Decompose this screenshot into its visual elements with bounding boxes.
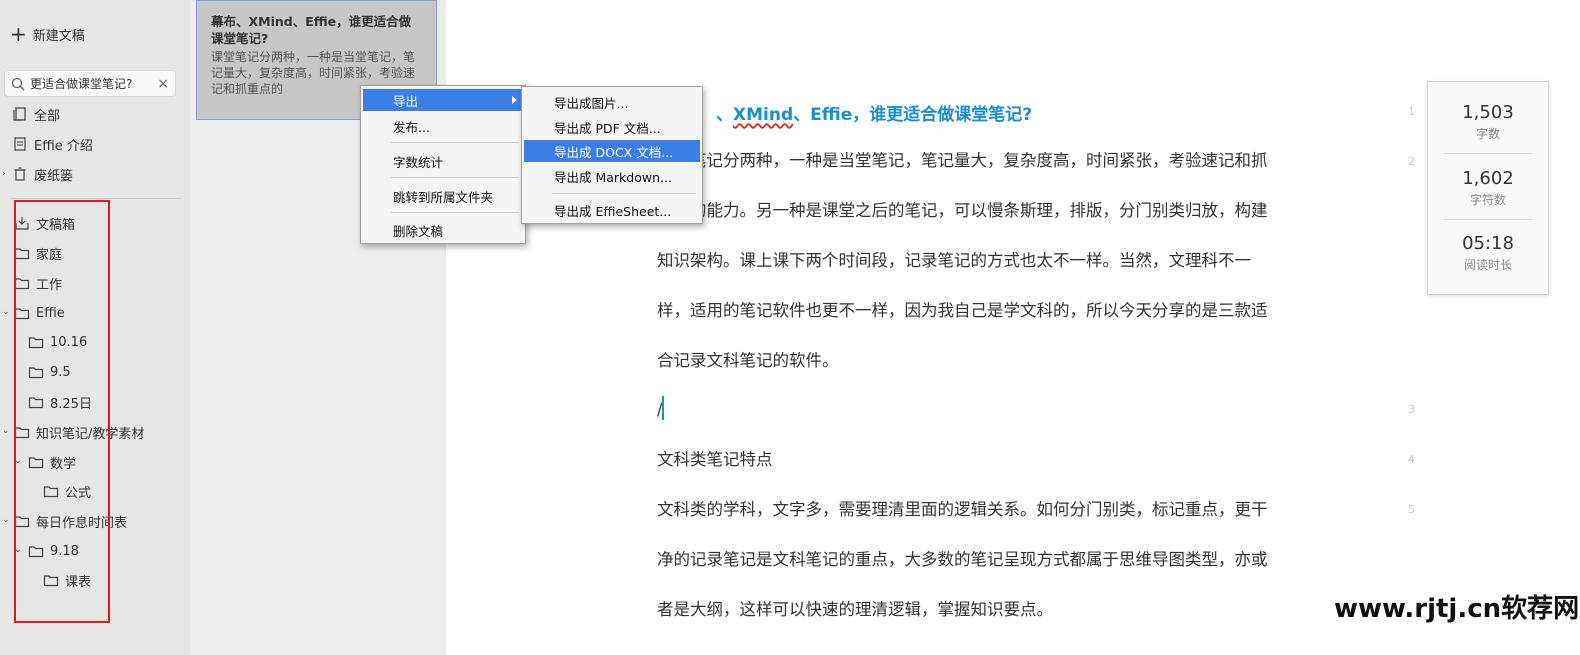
paragraph-line: 文科类的学科，文字多，需要理清里面的逻辑关系。如何分门别类，标记重点，更干 [657,500,1268,519]
watermark-text: www.rjtj.cn软荐网 [1334,594,1580,624]
search-input[interactable] [30,76,150,91]
menu-item-label: 导出成 PDF 文档... [554,120,661,136]
section-heading[interactable]: 文科类笔记特点 [657,435,1357,485]
menu-item-export-pdf[interactable]: 导出成 PDF 文档... [524,116,700,138]
search-box[interactable]: × [4,70,176,97]
paragraph-line: 者是大纲，这样可以快速的理清逻辑，掌握知识要点。 [657,600,1053,619]
plus-icon: + [10,22,27,46]
context-menu: 导出 发布... 字数统计 跳转到所属文件夹 删除文稿 [360,85,526,244]
paragraph-1[interactable]: 笔记分两种，一种是当堂笔记，笔记量大，复杂度高，时间紧张，考验速记和抓 的能力。… [690,136,1360,236]
menu-item-export-markdown[interactable]: 导出成 Markdown... [524,165,700,187]
paragraph-line: 知识架构。课上课下两个时间段，记录笔记的方式也太不一样。当然，文理科不一 [657,251,1251,270]
paragraph-line: 净的记录笔记是文科笔记的重点，大多数的笔记呈现方式都属于思维导图类型，亦或 [657,550,1268,569]
text-cursor [662,396,664,420]
title-misspelled-word: XMind [733,105,794,125]
stat-divider [1444,153,1532,154]
menu-item-label: 导出成 EffieSheet... [554,203,672,219]
sidebar-item-trash[interactable]: › 废纸篓 [2,163,74,185]
sidebar-item-all[interactable]: 全部 [12,103,60,125]
sidebar-item-effie-intro[interactable]: Effie 介绍 [12,133,93,155]
menu-item-word-count[interactable]: 字数统计 [363,150,523,172]
stat-reading-time: 05:18 阅读时长 [1428,233,1548,273]
paragraph-1-cont[interactable]: 知识架构。课上课下两个时间段，记录笔记的方式也太不一样。当然，文理科不一 样，适… [657,236,1357,386]
documents-icon [13,107,26,121]
stat-label: 字符数 [1469,193,1506,207]
slash-command-line[interactable]: / [657,385,1357,435]
sidebar-item-label: 废纸篓 [34,168,74,184]
menu-item-go-to-folder[interactable]: 跳转到所属文件夹 [363,185,523,207]
sidebar-divider [10,198,182,199]
paragraph-line: 笔记分两种，一种是当堂笔记，笔记量大，复杂度高，时间紧张，考验速记和抓 [690,151,1268,170]
menu-item-label: 发布... [393,119,430,135]
menu-item-publish[interactable]: 发布... [363,115,523,137]
menu-item-export-effiesheet[interactable]: 导出成 EffieSheet... [524,199,700,221]
stat-value: 05:18 [1462,233,1514,254]
menu-separator [552,193,696,194]
chevron-down-icon[interactable]: ⌄ [2,515,10,525]
menu-separator [391,212,519,213]
search-icon [11,77,25,90]
document-title[interactable]: 、XMind、Effie，谁更适合做课堂笔记? [716,100,1032,125]
document-icon [14,137,26,151]
line-number: 5 [1408,503,1415,516]
title-rest: 、Effie，谁更适合做课堂笔记? [793,105,1033,125]
menu-item-label: 导出 [393,93,419,109]
menu-separator [391,142,519,143]
menu-item-export-docx[interactable]: 导出成 DOCX 文档... [524,140,700,162]
title-prefix: 、 [716,105,733,125]
stat-divider [1444,219,1532,220]
menu-item-label: 导出成图片... [554,95,629,111]
line-number: 3 [1408,403,1415,416]
menu-separator [391,177,519,178]
stat-words: 1,503 字数 [1428,102,1548,142]
new-document-button[interactable]: + 新建文稿 [10,22,85,46]
line-number: 4 [1408,453,1415,466]
paragraph-line: 的能力。另一种是课堂之后的笔记，可以慢条斯理，排版，分门别类归放，构建 [690,201,1268,220]
menu-item-label: 导出成 Markdown... [554,169,672,185]
submenu-arrow-icon [512,96,517,104]
chevron-right-icon[interactable]: › [2,169,6,179]
chevron-down-icon[interactable]: ⌄ [2,426,10,436]
document-card-title: 幕布、XMind、Effie，谁更适合做课堂笔记? [211,14,412,46]
stat-label: 阅读时长 [1463,258,1512,272]
menu-item-delete[interactable]: 删除文稿 [363,219,523,241]
paragraph-line: 样，适用的笔记软件也更不一样，因为我自己是学文科的，所以今天分享的是三款适 [657,301,1268,320]
trash-icon [14,167,26,181]
export-submenu: 导出成图片... 导出成 PDF 文档... 导出成 DOCX 文档... 导出… [521,86,703,224]
chevron-down-icon[interactable]: ⌄ [2,307,10,317]
menu-item-export-image[interactable]: 导出成图片... [524,91,700,113]
line-number: 1 [1408,105,1415,118]
clear-search-icon[interactable]: × [157,76,169,92]
menu-item-label: 字数统计 [393,154,444,170]
new-document-label: 新建文稿 [32,28,85,44]
annotation-highlight-box [14,200,110,623]
sidebar-item-label: 全部 [34,108,61,124]
menu-item-label: 导出成 DOCX 文档... [554,144,674,160]
sidebar: + 新建文稿 × 全部 Effie 介绍 › 废纸篓 文稿箱 家庭 工作 ⌄ E… [0,0,190,655]
line-number: 2 [1408,155,1415,168]
menu-item-label: 跳转到所属文件夹 [393,189,494,205]
paragraph-2[interactable]: 文科类的学科，文字多，需要理清里面的逻辑关系。如何分门别类，标记重点，更干 净的… [657,485,1357,635]
stat-value: 1,503 [1462,102,1514,123]
menu-item-export[interactable]: 导出 [363,89,523,111]
stat-value: 1,602 [1462,168,1514,189]
stat-label: 字数 [1475,127,1500,141]
menu-item-label: 删除文稿 [393,223,444,239]
stat-characters: 1,602 字符数 [1428,168,1548,208]
word-count-panel: 1,503 字数 1,602 字符数 05:18 阅读时长 [1427,81,1549,295]
sidebar-item-label: Effie 介绍 [34,138,93,154]
paragraph-line: 合记录文科笔记的软件。 [657,351,839,370]
